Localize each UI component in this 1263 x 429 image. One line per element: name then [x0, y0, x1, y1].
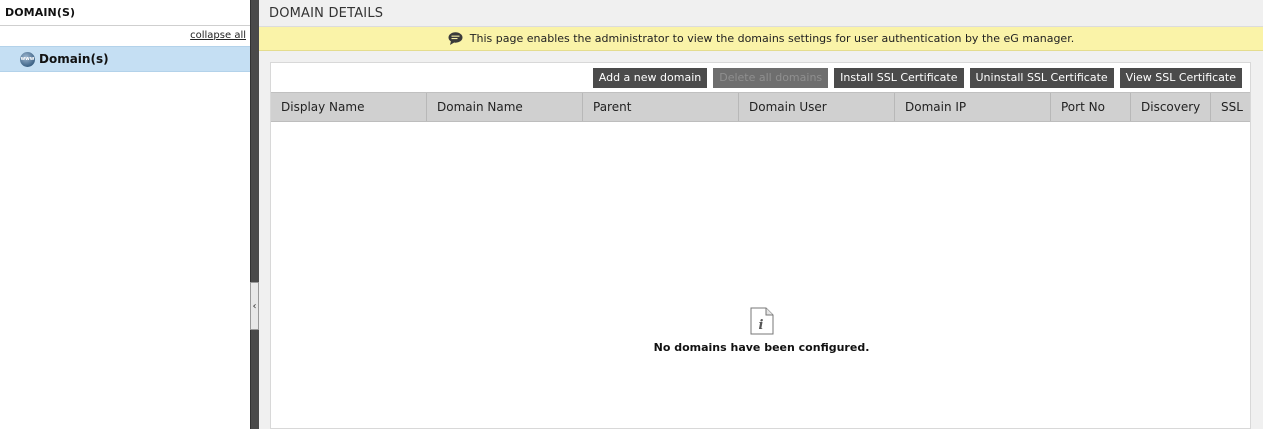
empty-state: i No domains have been configured.: [271, 307, 1252, 354]
tree-item-label: Domain(s): [39, 52, 109, 66]
column-ssl[interactable]: SSL: [1211, 93, 1250, 121]
grid-header: Display Name Domain Name Parent Domain U…: [271, 92, 1250, 122]
panel-splitter[interactable]: [250, 0, 259, 429]
column-port-no[interactable]: Port No: [1051, 93, 1131, 121]
install-ssl-button[interactable]: Install SSL Certificate: [834, 67, 964, 88]
info-document-icon: i: [750, 307, 773, 335]
column-parent[interactable]: Parent: [583, 93, 739, 121]
column-domain-ip[interactable]: Domain IP: [895, 93, 1051, 121]
column-domain-name[interactable]: Domain Name: [427, 93, 583, 121]
info-bar: This page enables the administrator to v…: [259, 27, 1263, 51]
empty-message: No domains have been configured.: [653, 341, 870, 354]
column-display-name[interactable]: Display Name: [271, 93, 427, 121]
column-domain-user[interactable]: Domain User: [739, 93, 895, 121]
domain-grid-panel: Add a new domain Delete all domains Inst…: [270, 62, 1251, 429]
page-title: DOMAIN DETAILS: [259, 0, 1263, 27]
chevron-left-icon: ‹: [252, 300, 257, 312]
delete-all-domains-button: Delete all domains: [713, 67, 829, 88]
add-domain-button[interactable]: Add a new domain: [592, 67, 708, 88]
tree-item-domains[interactable]: www Domain(s): [0, 46, 250, 72]
collapse-all-link[interactable]: collapse all: [190, 30, 246, 41]
column-discovery[interactable]: Discovery: [1131, 93, 1211, 121]
info-message: This page enables the administrator to v…: [469, 32, 1075, 45]
collapse-panel-handle[interactable]: ‹: [250, 282, 259, 330]
svg-text:i: i: [758, 318, 763, 333]
right-panel: DOMAIN DETAILS This page enables the adm…: [259, 0, 1263, 429]
www-globe-icon: www: [20, 51, 35, 67]
left-panel: DOMAIN(S) collapse all www Domain(s): [0, 0, 250, 429]
speech-bubble-icon: [448, 32, 463, 45]
left-panel-title: DOMAIN(S): [0, 0, 250, 26]
uninstall-ssl-button[interactable]: Uninstall SSL Certificate: [969, 67, 1114, 88]
view-ssl-button[interactable]: View SSL Certificate: [1119, 67, 1242, 88]
toolbar: Add a new domain Delete all domains Inst…: [271, 63, 1250, 92]
collapse-row: collapse all: [0, 26, 250, 45]
